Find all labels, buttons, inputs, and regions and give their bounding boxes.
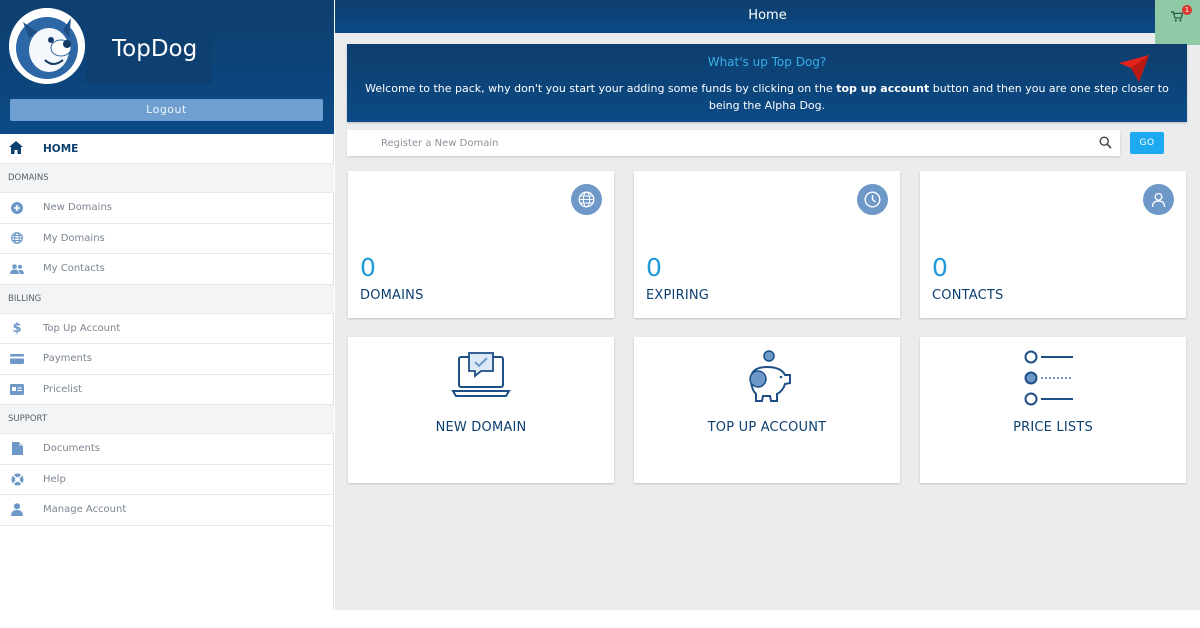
- home-icon: [9, 139, 25, 158]
- banner-text-bold: top up account: [836, 82, 930, 95]
- dollar-icon: $: [12, 320, 22, 336]
- banner-text: Welcome to the pack, why don't you start…: [357, 80, 1177, 114]
- sidebar-item-label: Top Up Account: [43, 322, 121, 334]
- main-content: Home 1 What's up Top Dog? Welcome to the…: [335, 0, 1200, 610]
- top-up-account-card[interactable]: TOP UP ACCOUNT: [634, 337, 900, 483]
- sidebar-item-label: My Domains: [43, 232, 105, 244]
- sidebar-item-label: Pricelist: [43, 383, 83, 395]
- sidebar-item-label: New Domains: [43, 202, 113, 214]
- search-icon[interactable]: [1099, 136, 1112, 149]
- page-title: Home: [748, 8, 787, 23]
- sidebar-item-documents[interactable]: Documents: [0, 434, 334, 465]
- action-icon-wrap: [348, 349, 614, 401]
- stat-label: CONTACTS: [932, 288, 1004, 303]
- sidebar-item-payments[interactable]: Payments: [0, 344, 334, 375]
- avatar[interactable]: [9, 8, 85, 84]
- stat-card-expiring[interactable]: 0 EXPIRING: [634, 171, 900, 318]
- stat-label: EXPIRING: [646, 288, 710, 303]
- stat-label: DOMAINS: [360, 288, 424, 303]
- sidebar-item-label: Documents: [43, 443, 101, 455]
- sidebar-item-new-domains[interactable]: New Domains: [0, 193, 334, 224]
- top-bar: Home: [335, 0, 1200, 33]
- plus-circle-icon: [9, 201, 25, 214]
- sidebar-nav: HOME DOMAINS New Domains My Domains My C: [0, 134, 334, 526]
- sidebar-item-label: Payments: [43, 353, 92, 365]
- sidebar-item-label: HOME: [43, 142, 79, 155]
- sidebar: TopDog Logout HOME DOMAINS New Domains M…: [0, 0, 334, 610]
- piggy-bank-icon: [749, 350, 791, 402]
- action-label: PRICE LISTS: [1013, 420, 1093, 435]
- stat-value: 0: [932, 253, 948, 282]
- stat-value: 0: [646, 253, 662, 282]
- logout-button[interactable]: Logout: [10, 99, 323, 121]
- sidebar-item-label: Help: [43, 473, 66, 485]
- price-lists-card[interactable]: PRICE LISTS: [920, 337, 1186, 483]
- domain-search-box: [347, 130, 1120, 156]
- sidebar-header: TopDog Logout: [0, 0, 334, 134]
- sidebar-item-my-domains[interactable]: My Domains: [0, 224, 334, 254]
- cart-button[interactable]: 1: [1155, 0, 1200, 45]
- sidebar-item-my-contacts[interactable]: My Contacts: [0, 254, 334, 285]
- sidebar-item-help[interactable]: Help: [0, 465, 334, 495]
- banner-title: What's up Top Dog?: [707, 55, 827, 69]
- life-ring-icon: [9, 473, 25, 486]
- user-icon: [9, 503, 25, 517]
- globe-icon: [9, 232, 25, 245]
- credit-card-icon: [9, 353, 25, 364]
- arrow-pointer-icon: [1119, 55, 1149, 82]
- stat-value: 0: [360, 253, 376, 282]
- list-icon: [1024, 350, 1073, 406]
- sidebar-item-label: Manage Account: [43, 504, 127, 516]
- sidebar-item-pricelist[interactable]: Pricelist: [0, 375, 334, 405]
- domain-search-input[interactable]: [347, 130, 1087, 156]
- user-icon: [1143, 184, 1174, 215]
- document-icon: [9, 442, 25, 456]
- stat-card-domains[interactable]: 0 DOMAINS: [348, 171, 614, 318]
- brand-name: TopDog: [112, 36, 198, 62]
- sidebar-item-top-up-account[interactable]: $ Top Up Account: [0, 314, 334, 344]
- users-icon: [9, 264, 25, 274]
- sidebar-item-home[interactable]: HOME: [0, 134, 334, 164]
- sidebar-item-label: My Contacts: [43, 263, 105, 275]
- banner-text-part: Welcome to the pack, why don't you start…: [365, 82, 837, 95]
- section-billing: BILLING: [0, 284, 334, 314]
- action-label: TOP UP ACCOUNT: [707, 420, 827, 435]
- new-domain-card[interactable]: NEW DOMAIN: [348, 337, 614, 483]
- sidebar-item-manage-account[interactable]: Manage Account: [0, 495, 334, 526]
- section-domains: DOMAINS: [0, 164, 334, 193]
- bottom-strip: [0, 610, 1200, 628]
- pricelist-icon: [9, 383, 25, 395]
- globe-icon: [571, 184, 602, 215]
- app-root: TopDog Logout HOME DOMAINS New Domains M…: [0, 0, 1200, 628]
- section-support: SUPPORT: [0, 405, 334, 434]
- action-label: NEW DOMAIN: [435, 420, 527, 435]
- cart-icon: [1171, 11, 1183, 22]
- dog-logo-icon: [9, 8, 85, 84]
- action-icon-wrap: [634, 349, 900, 409]
- clock-icon: [857, 184, 888, 215]
- welcome-banner: What's up Top Dog? Welcome to the pack, …: [347, 44, 1187, 122]
- go-button[interactable]: GO: [1130, 132, 1164, 154]
- action-icon-wrap: [920, 349, 1186, 411]
- stat-card-contacts[interactable]: 0 CONTACTS: [920, 171, 1186, 318]
- laptop-chat-icon: [451, 352, 511, 397]
- cart-count-badge: 1: [1182, 5, 1192, 15]
